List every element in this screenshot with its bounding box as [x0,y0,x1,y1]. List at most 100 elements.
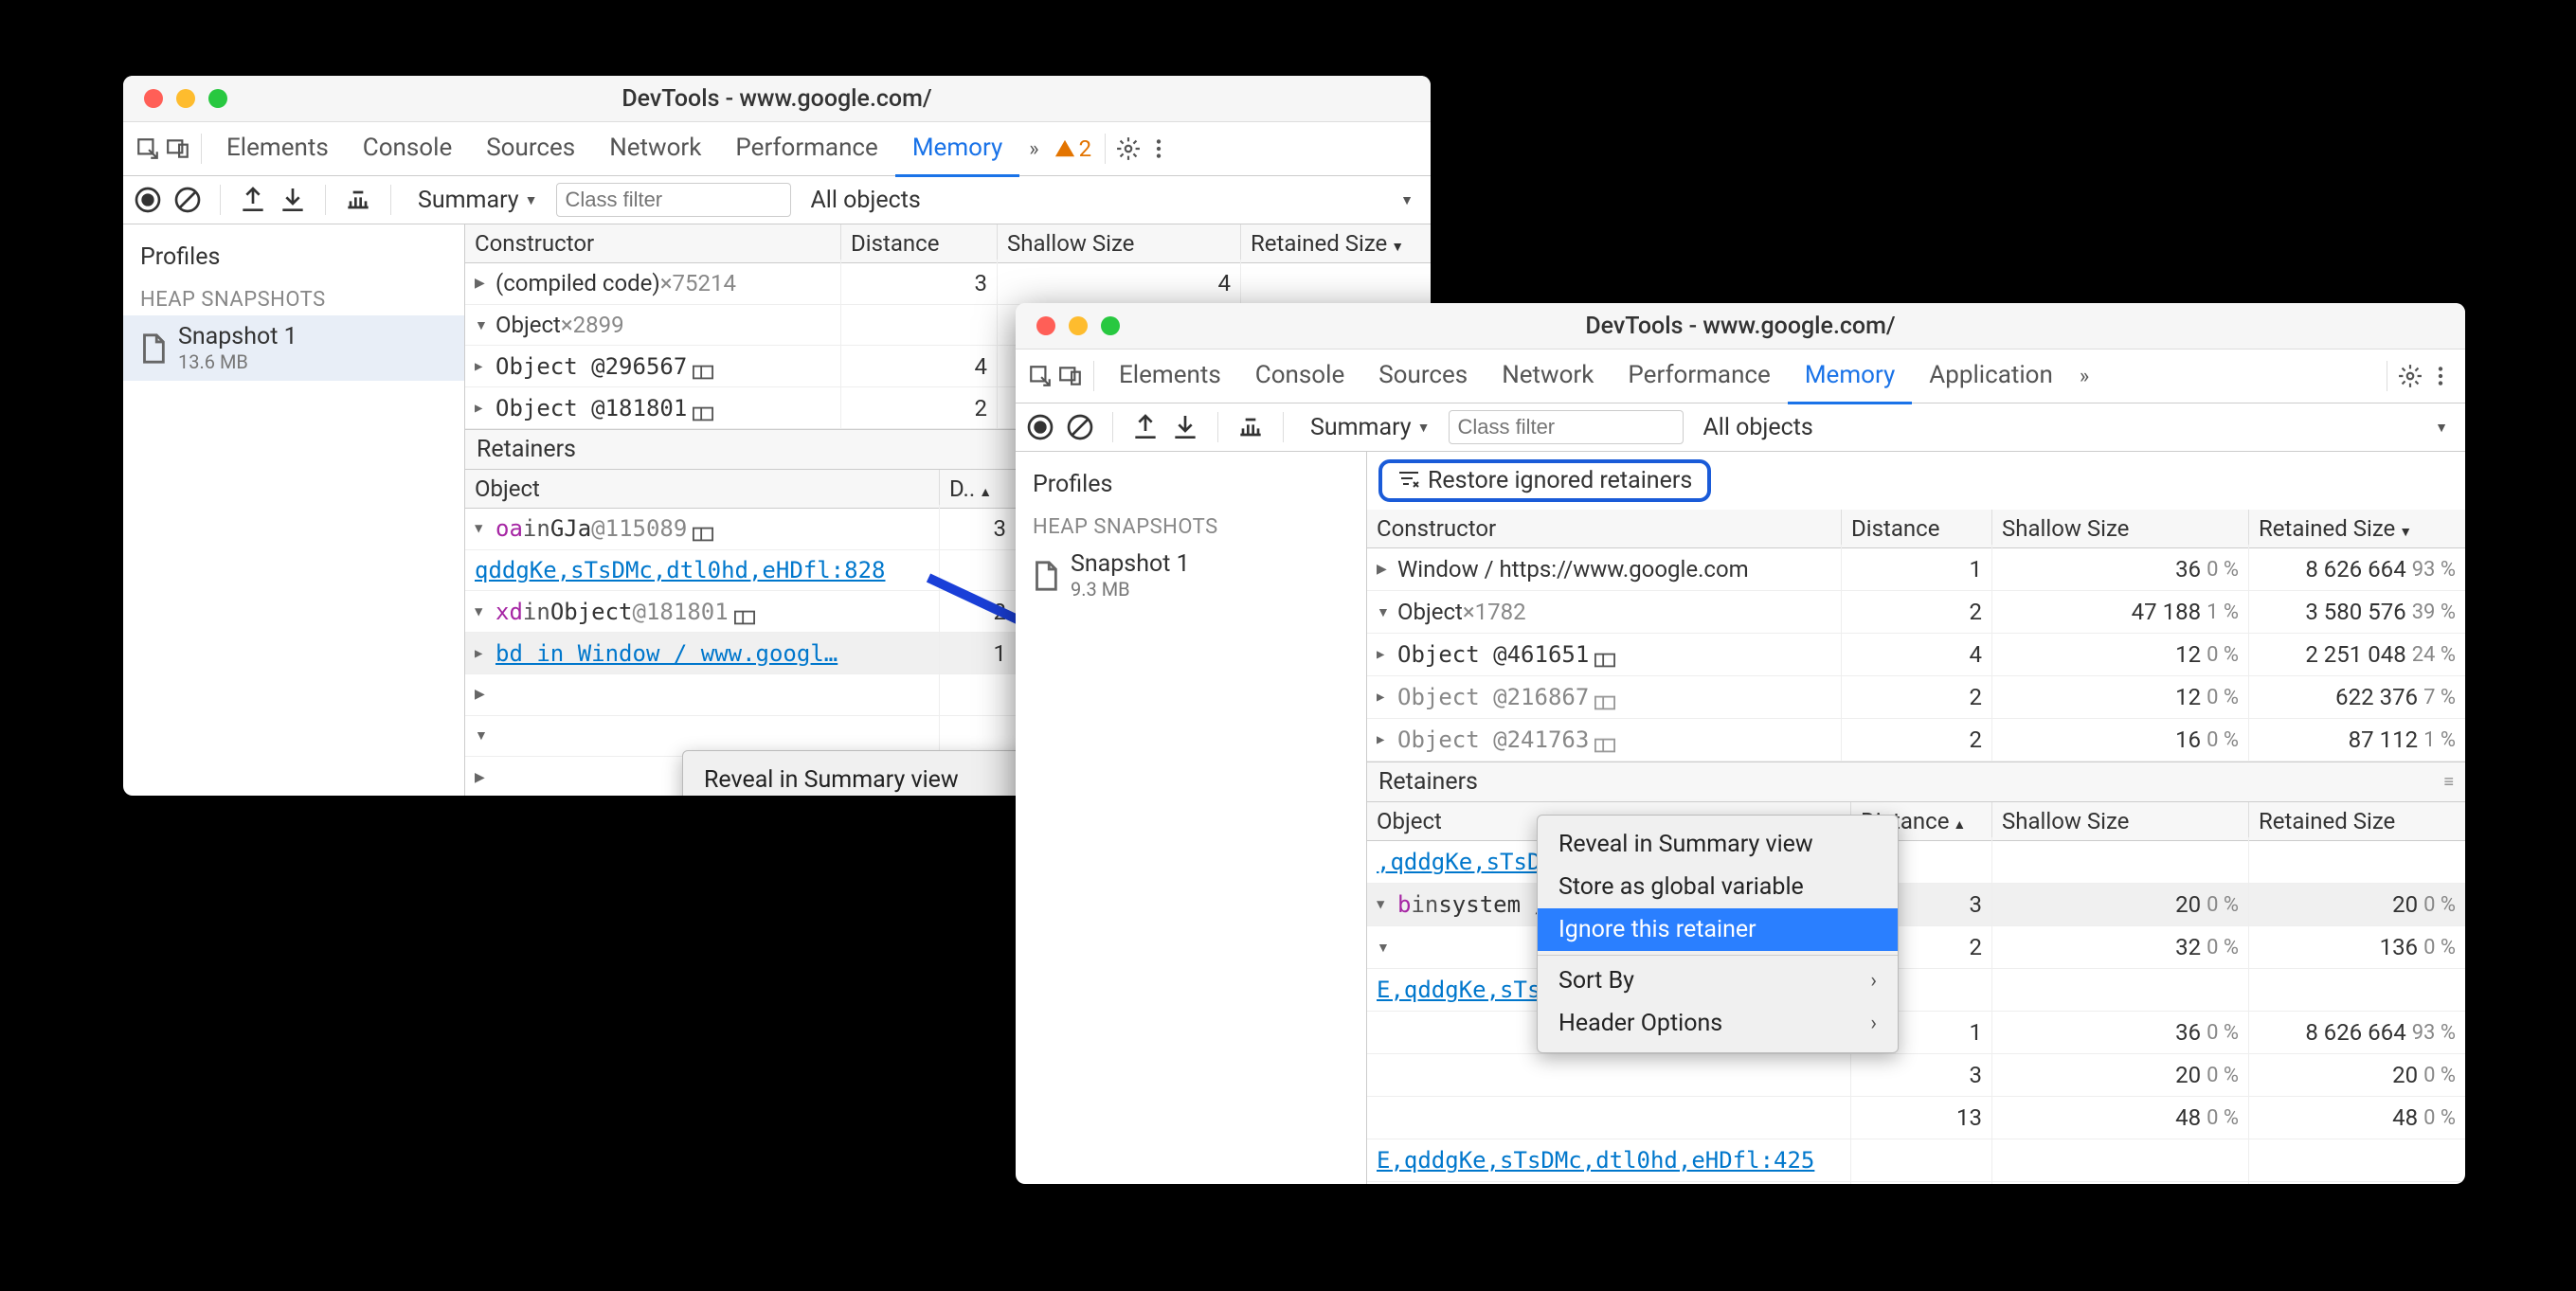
table-row[interactable]: 13 480 % 480 % [1367,1097,2465,1139]
menu-sort-by[interactable]: Sort By› [1538,959,1898,1002]
gc-icon[interactable] [1235,412,1266,442]
export-icon[interactable] [1130,412,1161,442]
scope-dropdown[interactable]: All objects [1693,414,1822,441]
tab-network[interactable]: Network [592,121,718,177]
collapse-icon[interactable]: ▼ [1377,940,1392,956]
class-filter-input[interactable] [1449,410,1684,444]
gear-icon[interactable] [2395,361,2425,391]
collapse-icon[interactable]: ▼ [475,604,490,619]
col-constructor[interactable]: Constructor [1367,510,1842,547]
col-shallow[interactable]: Shallow Size [1992,510,2249,547]
table-row[interactable]: 3 200 % 200 % [1367,1054,2465,1097]
warning-badge[interactable]: 2 [1049,135,1098,162]
snapshot-item[interactable]: Snapshot 1 9.3 MB [1016,543,1366,608]
menu-store-global[interactable]: Store as global variable [1538,866,1898,908]
table-row[interactable]: ▼Object ×1782 2 47 1881 % 3 580 57639 % [1367,591,2465,634]
clear-icon[interactable] [1065,412,1095,442]
gear-icon[interactable] [1113,134,1144,164]
col-shallow[interactable]: Shallow Size [998,224,1241,262]
scope-dropdown[interactable]: All objects [801,187,929,214]
col-distance[interactable]: Distance [1842,510,1992,547]
import-icon[interactable] [1170,412,1200,442]
collapse-icon[interactable]: ▼ [475,727,490,744]
devtools-link-icon[interactable] [1594,690,1615,705]
expand-icon[interactable]: ▶ [1377,562,1392,577]
table-row[interactable]: ▼ 2 320 % 1360 % [1367,926,2465,969]
expand-icon[interactable]: ▶ [475,401,490,416]
tabs-overflow-icon[interactable]: » [1019,137,1048,161]
tab-memory[interactable]: Memory [895,121,1019,177]
tab-performance[interactable]: Performance [1611,349,1787,404]
table-row[interactable]: ▶Object @216867 2 120 % 622 3767 % [1367,676,2465,719]
gc-icon[interactable] [343,185,373,215]
import-icon[interactable] [278,185,308,215]
tab-network[interactable]: Network [1485,349,1611,404]
menu-reveal[interactable]: Reveal in Summary view [683,759,1043,796]
table-row[interactable]: ▶(compiled code) ×75214 3 4 [465,263,1431,305]
expand-icon[interactable]: ▶ [1377,690,1392,705]
chevron-down-icon[interactable]: ▼ [1400,192,1421,208]
devtools-link-icon[interactable] [1594,647,1615,662]
tab-sources[interactable]: Sources [1361,349,1485,404]
clear-icon[interactable] [172,185,203,215]
tab-elements[interactable]: Elements [1102,349,1238,404]
collapse-icon[interactable]: ▼ [1377,604,1392,620]
table-row[interactable]: E,qddgKe,sTs [1367,969,2465,1012]
table-row[interactable]: ▶Object @461651 4 120 % 2 251 04824 % [1367,634,2465,676]
tab-console[interactable]: Console [1238,349,1361,404]
devtools-link-icon[interactable] [1594,732,1615,747]
menu-ignore-retainer[interactable]: Ignore this retainer [1538,908,1898,951]
device-toggle-icon[interactable] [1055,361,1086,391]
tab-sources[interactable]: Sources [469,121,592,177]
tabs-overflow-icon[interactable]: » [2070,365,2099,388]
expand-icon[interactable]: ▶ [475,276,490,291]
expand-icon[interactable]: ▶ [475,770,490,785]
table-row[interactable]: 1 360 % 8 626 66493 % [1367,1012,2465,1054]
restore-ignored-button[interactable]: Restore ignored retainers [1378,459,1711,502]
expand-icon[interactable]: ▶ [1377,647,1392,662]
chevron-down-icon[interactable]: ▼ [2435,420,2456,436]
col-distance[interactable]: Distance [841,224,998,262]
tab-console[interactable]: Console [346,121,469,177]
tab-performance[interactable]: Performance [718,121,894,177]
col-object[interactable]: Object [465,470,940,508]
table-row[interactable]: ▼b in system / Context @? 3 200 % 200 % [1367,884,2465,926]
expand-icon[interactable]: ▶ [475,646,490,661]
expand-icon[interactable]: ▶ [1377,732,1392,747]
tab-memory[interactable]: Memory [1788,349,1912,404]
tab-elements[interactable]: Elements [209,121,346,177]
table-row[interactable]: ▶Object @241763 2 160 % 87 1121 % [1367,719,2465,762]
expand-icon[interactable]: ▶ [475,687,490,702]
hamburger-icon[interactable]: ≡ [2443,772,2454,792]
col-retained[interactable]: Retained Size [2249,802,2465,840]
collapse-icon[interactable]: ▼ [1377,897,1392,912]
col-shallow[interactable]: Shallow Size [1992,802,2249,840]
collapse-icon[interactable]: ▼ [475,521,490,536]
col-constructor[interactable]: Constructor [465,224,841,262]
menu-header-options[interactable]: Header Options› [1538,1002,1898,1045]
devtools-link-icon[interactable] [734,604,755,619]
devtools-link-icon[interactable] [693,359,713,374]
kebab-icon[interactable] [1144,134,1174,164]
devtools-link-icon[interactable] [693,401,713,416]
expand-icon[interactable]: ▶ [475,359,490,374]
table-row[interactable]: ▶Window / https://www.google.com 1 360 %… [1367,548,2465,591]
record-icon[interactable] [133,185,163,215]
menu-reveal[interactable]: Reveal in Summary view [1538,823,1898,866]
col-distance[interactable]: D..▲ [940,470,1017,508]
table-row[interactable]: E,qddgKe,sTsDMc,dtl0hd,eHDfl:425 [1367,1139,2465,1182]
export-icon[interactable] [238,185,268,215]
col-retained[interactable]: Retained Size▼ [1241,224,1431,262]
record-icon[interactable] [1025,412,1055,442]
col-retained[interactable]: Retained Size▼ [2249,510,2465,547]
view-dropdown[interactable]: Summary▼ [408,187,547,214]
device-toggle-icon[interactable] [163,134,193,164]
kebab-icon[interactable] [2425,361,2456,391]
devtools-link-icon[interactable] [693,521,713,536]
collapse-icon[interactable]: ▼ [475,317,490,333]
snapshot-item[interactable]: Snapshot 1 13.6 MB [123,315,464,381]
view-dropdown[interactable]: Summary▼ [1301,414,1439,441]
inspect-icon[interactable] [1025,361,1055,391]
class-filter-input[interactable] [556,183,791,217]
table-row[interactable]: ,qddgKe,sTsDMc,dtl0hd,eHDfl:932 [1367,841,2465,884]
